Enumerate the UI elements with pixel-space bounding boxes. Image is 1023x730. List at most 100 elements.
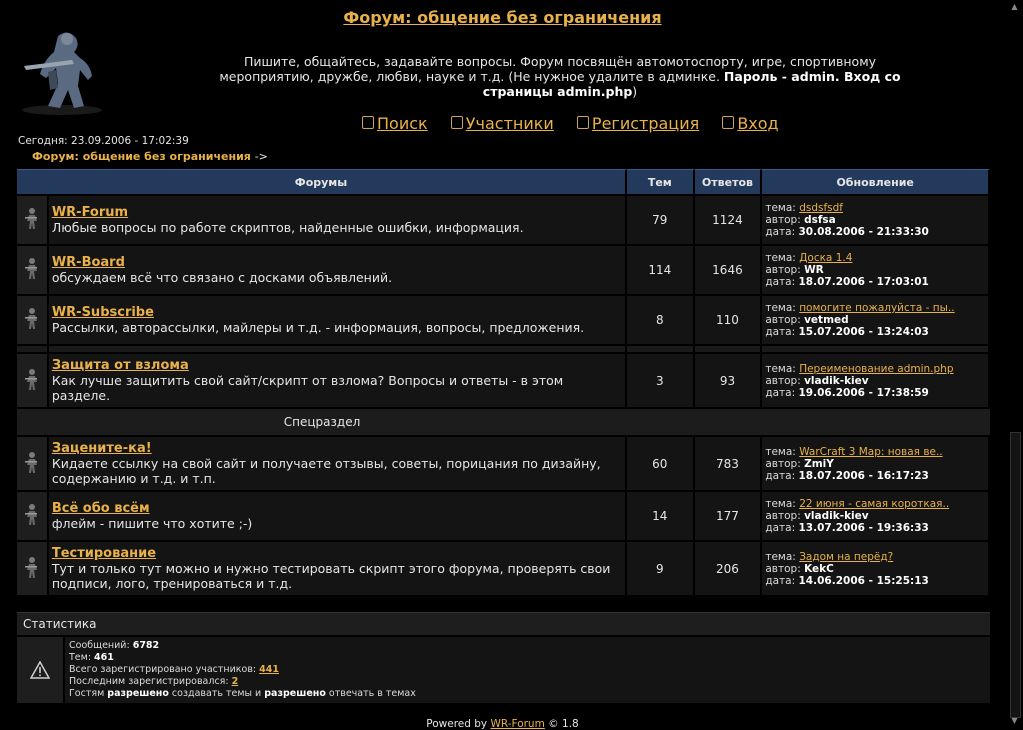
forum-status-icon	[17, 492, 49, 540]
forum-status-icon	[17, 354, 49, 407]
category-filler	[627, 409, 990, 435]
forum-name-link[interactable]: Зацените-ка!	[52, 441, 152, 456]
last-topic-link[interactable]: Задом на перёд?	[799, 551, 893, 563]
date-label: дата:	[765, 326, 796, 338]
forum-topic-count: 3	[627, 354, 695, 407]
forum-description: Пишите, общайтесь, задавайте вопросы. Фо…	[210, 54, 910, 99]
statistics-title: Статистика	[17, 612, 990, 635]
last-date: 18.07.2006 - 17:03:01	[798, 276, 929, 288]
last-topic-link[interactable]: 22 июня - самая короткая..	[799, 498, 949, 510]
forums-table: Форумы Тем Ответов Обновление WR-Forum Л…	[17, 167, 990, 597]
forum-name-link[interactable]: Всё обо всём	[52, 501, 150, 516]
date-label: дата:	[765, 574, 796, 587]
nav-login-link[interactable]: Вход	[737, 114, 778, 133]
guests-text-2: создавать темы и	[171, 688, 262, 699]
last-topic-link[interactable]: Переименование admin.php	[799, 363, 953, 375]
topic-label: тема:	[765, 445, 796, 458]
footer-powered: Powered by	[426, 718, 488, 730]
forum-name-link[interactable]: WR-Forum	[52, 205, 128, 220]
breadcrumb: Форум: общение без ограничения ->	[32, 150, 268, 163]
stats-last-reg-link[interactable]: 2	[232, 676, 239, 687]
date-label: дата:	[765, 386, 796, 399]
forum-name-link[interactable]: Защита от взлома	[52, 358, 189, 373]
stats-members-link[interactable]: 441	[259, 664, 279, 675]
forum-title-link[interactable]: Форум: общение без ограничения	[343, 8, 661, 27]
last-topic-link[interactable]: Доска 1.4	[799, 252, 852, 264]
last-author: vladik-kiev	[804, 510, 869, 522]
nav-members-link[interactable]: Участники	[466, 114, 554, 133]
last-topic-link[interactable]: WarCraft 3 Map: новая ве..	[799, 446, 942, 458]
forum-reply-count: 110	[694, 296, 763, 344]
nav-search-link[interactable]: Поиск	[377, 114, 428, 133]
topic-label: тема:	[765, 202, 796, 214]
last-author: vladik-kiev	[804, 374, 869, 387]
nav-register[interactable]: Регистрация	[576, 114, 704, 133]
footer-link[interactable]: WR-Forum	[490, 718, 544, 730]
forum-name-link[interactable]: WR-Board	[52, 255, 125, 270]
section-separator	[17, 346, 990, 352]
last-date: 15.07.2006 - 13:24:03	[798, 326, 929, 338]
guests-permission-1: разрешено	[107, 688, 169, 699]
forum-status-icon	[17, 196, 49, 244]
stats-messages-value: 6782	[132, 640, 160, 651]
footer-version: © 1.8	[548, 718, 579, 730]
forum-info: Защита от взлома Как лучше защитить свой…	[48, 354, 628, 407]
forum-topic-count: 114	[627, 246, 695, 294]
breadcrumb-home[interactable]: Форум: общение без ограничения	[32, 150, 251, 163]
forum-description-text: флейм - пишите что хотите ;-)	[51, 516, 253, 531]
scroll-up-icon[interactable]: ▲	[1009, 2, 1020, 13]
scroll-down-icon[interactable]: ▼	[1009, 716, 1020, 727]
warning-icon	[17, 637, 63, 703]
top-navigation: Поиск Участники Регистрация Вход	[362, 114, 797, 133]
forum-row: Зацените-ка! Кидаете ссылку на свой сайт…	[17, 437, 990, 490]
breadcrumb-arrow: ->	[254, 150, 268, 163]
forum-reply-count: 93	[694, 354, 763, 407]
topic-label: тема:	[765, 362, 796, 375]
footer: Powered by WR-Forum © 1.8	[0, 718, 1005, 730]
statistics-text: Сообщений: 6782 Тем: 461 Всего зарегистр…	[65, 637, 990, 703]
forum-last-update: тема: помогите пожалуйста - пы.. автор: …	[762, 296, 990, 344]
forum-status-icon	[17, 246, 49, 294]
last-date: 30.08.2006 - 21:33:30	[798, 226, 929, 238]
header-updated: Обновление	[762, 169, 990, 194]
last-author: WR	[804, 264, 824, 276]
forum-reply-count: 1124	[694, 196, 763, 244]
forum-last-update: тема: Доска 1.4 автор: WR дата: 18.07.20…	[762, 246, 990, 294]
scrollbar-thumb[interactable]	[1010, 432, 1021, 718]
forum-row: Всё обо всём флейм - пишите что хотите ;…	[17, 492, 990, 540]
search-icon	[362, 116, 374, 129]
nav-login[interactable]: Вход	[722, 114, 779, 133]
vertical-scrollbar[interactable]: ▲ ▼	[1006, 0, 1023, 730]
header-forums: Форумы	[17, 169, 628, 194]
last-topic-link[interactable]: помогите пожалуйста - пы..	[799, 302, 954, 314]
nav-register-link[interactable]: Регистрация	[592, 114, 699, 133]
forum-name-link[interactable]: Тестирование	[52, 546, 156, 561]
author-label: автор:	[765, 264, 801, 276]
stats-messages-label: Сообщений:	[69, 640, 130, 651]
forum-title: Форум: общение без ограничения	[0, 8, 1005, 27]
last-topic-link[interactable]: dsdsfsdf	[799, 202, 843, 214]
login-icon	[722, 116, 735, 129]
date-label: дата:	[765, 522, 796, 534]
guests-permission-2: разрешено	[264, 688, 326, 699]
forum-row: WR-Subscribe Рассылки, авторассылки, май…	[17, 296, 990, 344]
last-date: 18.07.2006 - 16:17:23	[798, 469, 929, 482]
author-label: автор:	[765, 562, 801, 575]
author-label: автор:	[765, 510, 801, 522]
forum-description-text: Кидаете ссылку на свой сайт и получаете …	[51, 456, 601, 486]
forum-info: WR-Subscribe Рассылки, авторассылки, май…	[48, 296, 628, 344]
nav-search[interactable]: Поиск	[362, 114, 433, 133]
last-author: dsfsa	[804, 214, 836, 226]
category-special: Спецраздел	[17, 409, 628, 435]
current-date: Сегодня: 23.09.2006 - 17:02:39	[18, 135, 189, 147]
forum-name-link[interactable]: WR-Subscribe	[52, 305, 154, 320]
author-label: автор:	[765, 457, 801, 470]
forum-description-text: Рассылки, авторассылки, майлеры и т.д. -…	[51, 320, 585, 335]
last-author: ZmiY	[804, 457, 834, 470]
forum-info: Всё обо всём флейм - пишите что хотите ;…	[48, 492, 628, 540]
last-author: KekC	[804, 562, 834, 575]
nav-members[interactable]: Участники	[450, 114, 559, 133]
forum-reply-count: 1646	[694, 246, 763, 294]
last-date: 19.06.2006 - 17:38:59	[798, 386, 929, 399]
forum-status-icon	[17, 296, 49, 344]
